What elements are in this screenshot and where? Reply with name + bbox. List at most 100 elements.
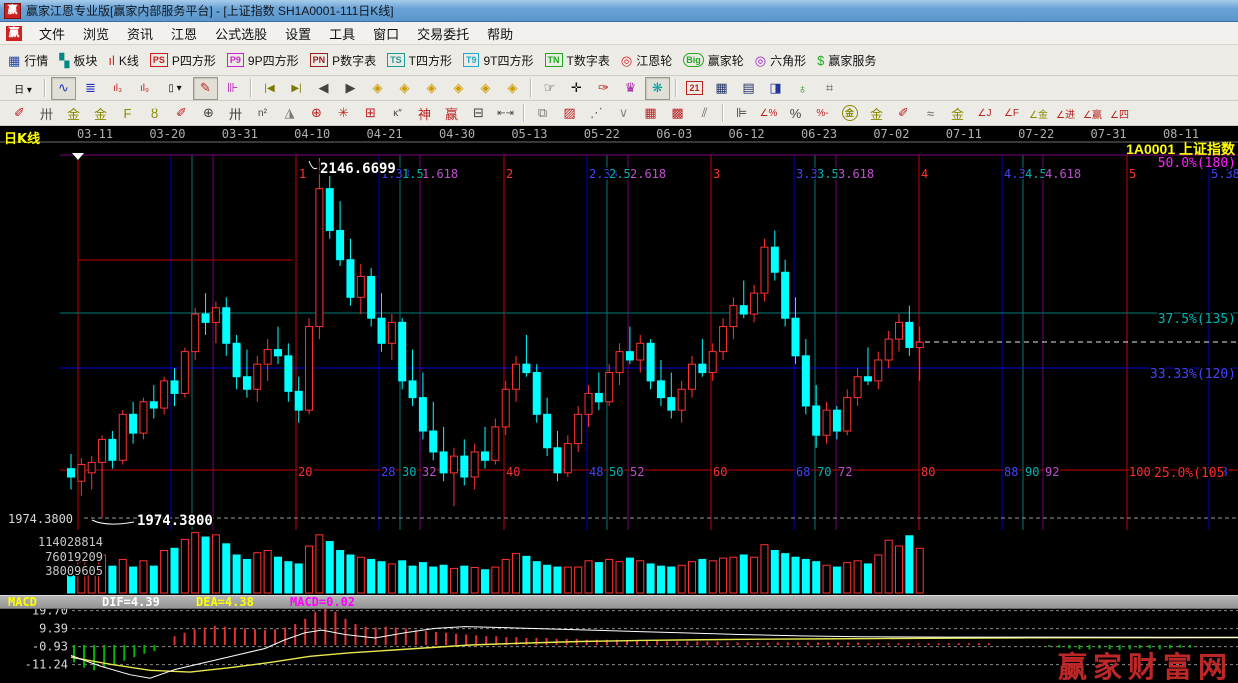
- f-angle-icon[interactable]: ∠F: [999, 102, 1024, 125]
- curve-zoom-icon[interactable]: ∿: [51, 77, 76, 100]
- pin-tool-icon[interactable]: ✑: [591, 77, 616, 100]
- jin-angle-icon[interactable]: ∠进: [1053, 102, 1078, 125]
- gann-circle-icon[interactable]: ⊕: [196, 102, 221, 125]
- quotes-button[interactable]: ▦行情: [8, 52, 48, 69]
- menu-item-文件[interactable]: 文件: [30, 22, 74, 45]
- grid-box-icon[interactable]: ▦: [638, 102, 663, 125]
- gold-grid-1-icon[interactable]: 金: [61, 102, 86, 125]
- box-region-icon[interactable]: ⧉: [530, 102, 555, 125]
- crown-tool-icon[interactable]: ♛: [618, 77, 643, 100]
- gold-circle-icon[interactable]: 金: [837, 102, 862, 125]
- pen-angle-icon[interactable]: ✐: [169, 102, 194, 125]
- ying-square-icon[interactable]: 赢: [439, 102, 464, 125]
- hand-tool-icon[interactable]: ☞: [537, 77, 562, 100]
- j-angle-icon[interactable]: ∠J: [972, 102, 997, 125]
- bars-9-icon[interactable]: ıl₉: [132, 77, 157, 100]
- prev-bar-icon[interactable]: ◀: [311, 77, 336, 100]
- menu-item-浏览[interactable]: 浏览: [74, 22, 118, 45]
- menu-item-交易委托[interactable]: 交易委托: [408, 22, 478, 45]
- narrow-x-icon[interactable]: ◈: [446, 77, 471, 100]
- notepad-icon[interactable]: ▤: [736, 77, 761, 100]
- percent-line-icon[interactable]: %-: [810, 102, 835, 125]
- volume-bar-down: [243, 559, 250, 593]
- measure-table-icon[interactable]: ⊫: [729, 102, 754, 125]
- macd-header-bar[interactable]: MACD DIF=4.39 DEA=4.38 MACD=0.02: [0, 595, 1238, 609]
- gold-grid-2-icon[interactable]: 金: [88, 102, 113, 125]
- menu-item-工具[interactable]: 工具: [320, 22, 364, 45]
- pen-tool-icon[interactable]: ✐: [7, 102, 32, 125]
- circle-crosshair-icon[interactable]: ⊕: [304, 102, 329, 125]
- ying-angle-icon[interactable]: ∠赢: [1080, 102, 1105, 125]
- k-notation-icon[interactable]: ĸ″: [385, 102, 410, 125]
- v-lines-icon[interactable]: ∨: [611, 102, 636, 125]
- next-bar-icon[interactable]: ▶: [338, 77, 363, 100]
- chart-area[interactable]: 03-1103-2003-3104-1004-2104-3005-1305-22…: [0, 126, 1238, 683]
- brush-tool-icon[interactable]: ✐: [891, 102, 916, 125]
- parallel-lines-icon[interactable]: ⫽: [692, 102, 717, 125]
- si-angle-icon[interactable]: ∠四: [1107, 102, 1132, 125]
- t-square-button[interactable]: TST四方形: [387, 52, 452, 69]
- grid-crosshair-icon[interactable]: ⊞: [358, 102, 383, 125]
- calendar-icon[interactable]: 21: [682, 77, 707, 100]
- gold-angle-icon[interactable]: ∠金: [1026, 102, 1051, 125]
- widen-x-icon[interactable]: ◈: [419, 77, 444, 100]
- winner-service-button[interactable]: $赢家服务: [817, 52, 876, 69]
- single-candle-dropdown[interactable]: ▯ ▾: [159, 77, 191, 100]
- gann-wheel-button-label: 江恩轮: [636, 52, 672, 69]
- n-squared-icon[interactable]: n²: [250, 102, 275, 125]
- bars-3-icon[interactable]: ıl₃: [105, 77, 130, 100]
- crosshair-tool-icon[interactable]: ✛: [564, 77, 589, 100]
- winner-wheel-button[interactable]: Big赢家轮: [683, 52, 744, 69]
- menu-item-资讯[interactable]: 资讯: [118, 22, 162, 45]
- 9p-square-button[interactable]: P99P四方形: [227, 52, 299, 69]
- calculator-icon[interactable]: ▦: [709, 77, 734, 100]
- angle-tool-icon[interactable]: ◮: [277, 102, 302, 125]
- shrink-x-icon[interactable]: ◈: [365, 77, 390, 100]
- last-page-icon[interactable]: ▶|: [284, 77, 309, 100]
- shen-square-icon[interactable]: 神: [412, 102, 437, 125]
- menu-item-帮助[interactable]: 帮助: [478, 22, 522, 45]
- brain-tool-icon[interactable]: ❋: [645, 77, 670, 100]
- hatch-region-icon[interactable]: ▨: [557, 102, 582, 125]
- t-number-button[interactable]: TNT数字表: [545, 52, 610, 69]
- workstation-icon[interactable]: ⌗: [817, 77, 842, 100]
- f-square-icon[interactable]: F: [115, 102, 140, 125]
- fan-lines-icon[interactable]: ⋰: [584, 102, 609, 125]
- percent-zone-icon[interactable]: ∠%: [756, 102, 781, 125]
- gold-line-icon[interactable]: 金: [864, 102, 889, 125]
- menu-item-公式选股[interactable]: 公式选股: [206, 22, 276, 45]
- menu-item-窗口[interactable]: 窗口: [364, 22, 408, 45]
- menu-item-江恩[interactable]: 江恩: [162, 22, 206, 45]
- sketch-icon[interactable]: ✎: [193, 77, 218, 100]
- sectors-button[interactable]: ▚板块: [59, 52, 97, 69]
- zoom-in-icon[interactable]: ◈: [473, 77, 498, 100]
- width-measure-icon[interactable]: ⇤⇥: [493, 102, 518, 125]
- star-wheel-icon[interactable]: ✳: [331, 102, 356, 125]
- network-icon[interactable]: ♁: [790, 77, 815, 100]
- expand-x-icon[interactable]: ◈: [392, 77, 417, 100]
- period-day-dropdown[interactable]: 日 ▾: [7, 77, 39, 100]
- menu-item-设置[interactable]: 设置: [276, 22, 320, 45]
- candle-body-down: [419, 398, 426, 431]
- hexagon-button[interactable]: ◎六角形: [755, 52, 806, 69]
- kline-button[interactable]: ılK线: [108, 52, 139, 69]
- wave-band-icon[interactable]: ≈: [918, 102, 943, 125]
- p-square-button[interactable]: PSP四方形: [150, 52, 216, 69]
- info-panel-icon[interactable]: ≣: [78, 77, 103, 100]
- number-grid-icon[interactable]: ⊟: [466, 102, 491, 125]
- gold-channel-icon[interactable]: 金: [945, 102, 970, 125]
- spiral-tool-icon[interactable]: ȣ: [142, 102, 167, 125]
- zoom-out-icon[interactable]: ◈: [500, 77, 525, 100]
- grid-density-icon[interactable]: 卅: [34, 102, 59, 125]
- price-distribution-icon[interactable]: ⊪: [220, 77, 245, 100]
- volume-bar-down: [554, 567, 561, 593]
- 9t-square-button[interactable]: T99T四方形: [463, 52, 534, 69]
- percent-icon[interactable]: %: [783, 102, 808, 125]
- gann-wheel-button[interactable]: ◎江恩轮: [621, 52, 672, 69]
- save-icon[interactable]: ◨: [763, 77, 788, 100]
- title-bar[interactable]: 赢 赢家江恩专业版[赢家内部服务平台] - [上证指数 SH1A0001-111…: [0, 0, 1238, 22]
- first-page-icon[interactable]: |◀: [257, 77, 282, 100]
- grid-density-2-icon[interactable]: 卅: [223, 102, 248, 125]
- p-number-button[interactable]: PNP数字表: [310, 52, 377, 69]
- shift-grid-icon[interactable]: ▩: [665, 102, 690, 125]
